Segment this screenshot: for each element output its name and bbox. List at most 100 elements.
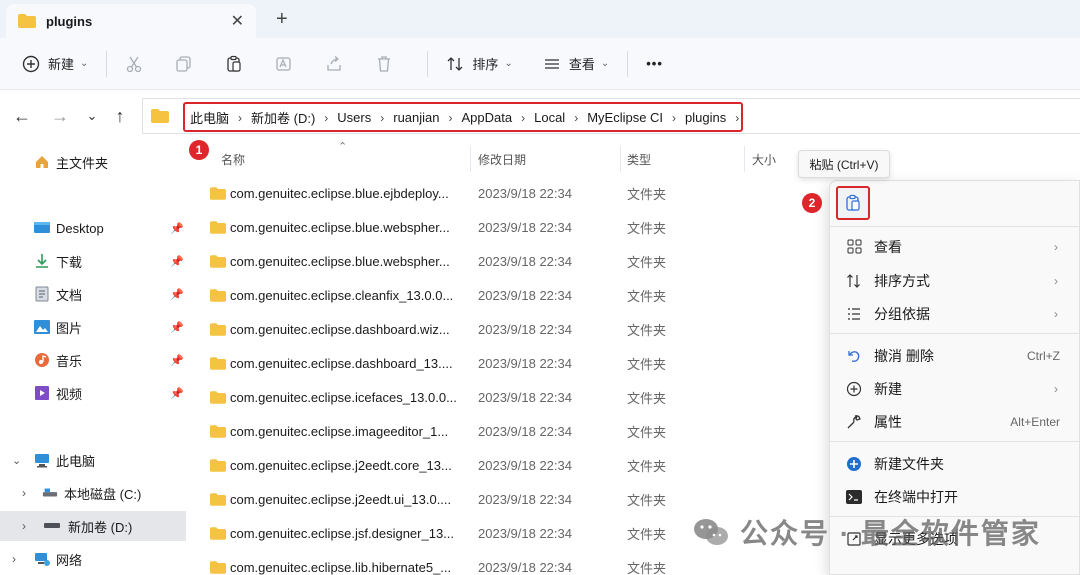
menu-item-new-folder[interactable]: 新建文件夹	[830, 447, 1080, 480]
table-row[interactable]: com.genuitec.eclipse.lib.hibernate5_... 2…	[200, 550, 820, 575]
breadcrumb-item[interactable]: ruanjian	[393, 110, 439, 125]
column-divider[interactable]	[620, 146, 621, 172]
column-header-type[interactable]: 类型	[627, 146, 651, 172]
tab-strip: plugins ✕ +	[0, 0, 1080, 38]
table-row[interactable]: com.genuitec.eclipse.cleanfix_13.0.0... 2…	[200, 278, 820, 312]
chevron-right-icon[interactable]: ›	[238, 111, 242, 125]
back-arrow-icon[interactable]: ←	[12, 106, 32, 126]
breadcrumb-item[interactable]: AppData	[462, 110, 513, 125]
chevron-right-icon[interactable]: ›	[521, 111, 525, 125]
chevron-right-icon[interactable]: ›	[22, 519, 36, 533]
table-row[interactable]: com.genuitec.eclipse.icefaces_13.0.0... 2…	[200, 380, 820, 414]
paste-button[interactable]	[836, 186, 870, 220]
chevron-right-icon: ›	[1054, 239, 1058, 254]
chevron-right-icon[interactable]: ›	[735, 111, 739, 125]
file-name: com.genuitec.eclipse.cleanfix_13.0.0...	[230, 287, 454, 303]
up-arrow-icon[interactable]: ↑	[110, 106, 130, 126]
video-icon	[34, 385, 50, 401]
menu-item-shortcut: Ctrl+Z	[1027, 348, 1060, 363]
share-icon[interactable]	[317, 47, 351, 81]
table-row[interactable]: com.genuitec.eclipse.j2eedt.core_13... 20…	[200, 448, 820, 482]
chevron-right-icon[interactable]: ›	[449, 111, 453, 125]
tab-title: plugins	[46, 13, 93, 29]
menu-item-undo-delete[interactable]: 撤消 删除 Ctrl+Z	[830, 339, 1080, 372]
tab-plugins[interactable]: plugins ✕	[6, 4, 256, 38]
column-header-name[interactable]: 名称	[221, 146, 245, 172]
view-button[interactable]: 查看 ⌄	[535, 47, 617, 81]
column-header-size[interactable]: 大小	[752, 146, 776, 172]
sidebar-item-pictures[interactable]: 图片 📌	[34, 312, 186, 342]
chevron-right-icon[interactable]: ›	[672, 111, 676, 125]
menu-item-sort-by[interactable]: 排序方式 ›	[830, 264, 1080, 297]
chevron-right-icon: ›	[1054, 306, 1058, 321]
pin-icon[interactable]: 📌	[170, 222, 184, 235]
chevron-right-icon[interactable]: ›	[22, 486, 36, 500]
column-header-modified[interactable]: 修改日期	[478, 146, 526, 172]
chevron-right-icon[interactable]: ›	[12, 552, 26, 566]
chevron-right-icon[interactable]: ›	[324, 111, 328, 125]
chevron-down-icon[interactable]: ⌄	[12, 454, 26, 467]
menu-item-group-by[interactable]: 分组依据 ›	[830, 297, 1080, 330]
sidebar-item-desktop[interactable]: Desktop 📌	[34, 213, 186, 243]
pin-icon[interactable]: 📌	[170, 255, 184, 268]
menu-item-label: 属性	[874, 413, 902, 430]
pin-icon[interactable]: 📌	[170, 288, 184, 301]
chevron-right-icon[interactable]: ›	[380, 111, 384, 125]
close-icon[interactable]: ✕	[231, 11, 244, 31]
table-row[interactable]: com.genuitec.eclipse.imageeditor_1... 202…	[200, 414, 820, 448]
plus-circle-icon	[846, 381, 862, 397]
rename-icon[interactable]	[267, 47, 301, 81]
folder-icon	[210, 526, 226, 540]
breadcrumb-item[interactable]: Local	[534, 110, 565, 125]
column-divider[interactable]	[470, 146, 471, 172]
file-name: com.genuitec.eclipse.lib.hibernate5_...	[230, 559, 452, 575]
file-type: 文件夹	[627, 492, 667, 508]
table-row[interactable]: com.genuitec.eclipse.j2eedt.ui_13.0.... 2…	[200, 482, 820, 516]
sort-caret-icon: ⌃	[338, 141, 348, 153]
table-row[interactable]: com.genuitec.eclipse.dashboard_13.... 202…	[200, 346, 820, 380]
breadcrumb-item[interactable]: MyEclipse CI	[587, 110, 663, 125]
table-row[interactable]: com.genuitec.eclipse.blue.webspher... 202…	[200, 210, 820, 244]
recent-chevron-icon[interactable]: ⌄	[82, 106, 102, 126]
table-row[interactable]: com.genuitec.eclipse.dashboard.wiz... 202…	[200, 312, 820, 346]
breadcrumb-item[interactable]: Users	[337, 110, 371, 125]
pin-icon[interactable]: 📌	[170, 387, 184, 400]
sidebar-item-this-pc[interactable]: ⌄ 此电脑	[0, 445, 186, 475]
sidebar-item-videos[interactable]: 视频 📌	[34, 378, 186, 408]
sidebar-item-network[interactable]: › 网络	[0, 544, 186, 574]
chevron-right-icon[interactable]: ›	[574, 111, 578, 125]
paste-icon[interactable]	[217, 47, 251, 81]
sidebar-item-music[interactable]: 音乐 📌	[34, 345, 186, 375]
new-tab-button[interactable]: +	[276, 8, 288, 31]
column-divider[interactable]	[744, 146, 745, 172]
cut-icon[interactable]	[117, 47, 151, 81]
more-button[interactable]: •••	[638, 47, 671, 81]
breadcrumb-item[interactable]: plugins	[685, 110, 726, 125]
file-name: com.genuitec.eclipse.dashboard_13....	[230, 355, 453, 371]
pin-icon[interactable]: 📌	[170, 354, 184, 367]
menu-item-open-terminal[interactable]: 在终端中打开	[830, 480, 1080, 513]
sidebar-item-drive-d[interactable]: › 新加卷 (D:)	[0, 511, 186, 541]
table-row[interactable]: com.genuitec.eclipse.blue.webspher... 202…	[200, 244, 820, 278]
sidebar-item-label: 本地磁盘 (C:)	[64, 486, 142, 502]
folder-icon	[210, 390, 226, 404]
menu-item-properties[interactable]: 属性 Alt+Enter	[830, 405, 1080, 438]
table-row[interactable]: com.genuitec.eclipse.blue.ejbdeploy... 20…	[200, 176, 820, 210]
pin-icon[interactable]: 📌	[170, 321, 184, 334]
breadcrumb-item[interactable]: 新加卷 (D:)	[251, 108, 315, 127]
file-date: 2023/9/18 22:34	[478, 559, 572, 575]
menu-item-view[interactable]: 查看 ›	[830, 230, 1080, 263]
menu-item-new[interactable]: 新建 ›	[830, 372, 1080, 405]
wechat-logo-icon	[694, 519, 728, 545]
delete-icon[interactable]	[367, 47, 401, 81]
forward-arrow-icon[interactable]: →	[50, 106, 70, 126]
sidebar-item-drive-c[interactable]: › 本地磁盘 (C:)	[0, 478, 186, 508]
sort-button[interactable]: 排序 ⌄	[438, 47, 520, 81]
breadcrumb-item[interactable]: 此电脑	[190, 108, 229, 127]
sidebar-item-documents[interactable]: 文档 📌	[34, 279, 186, 309]
sidebar-item-downloads[interactable]: 下载 📌	[34, 246, 186, 276]
computer-icon	[34, 452, 50, 468]
new-button[interactable]: 新建 ⌄	[14, 47, 96, 81]
divider	[427, 50, 429, 77]
copy-icon[interactable]	[167, 47, 201, 81]
